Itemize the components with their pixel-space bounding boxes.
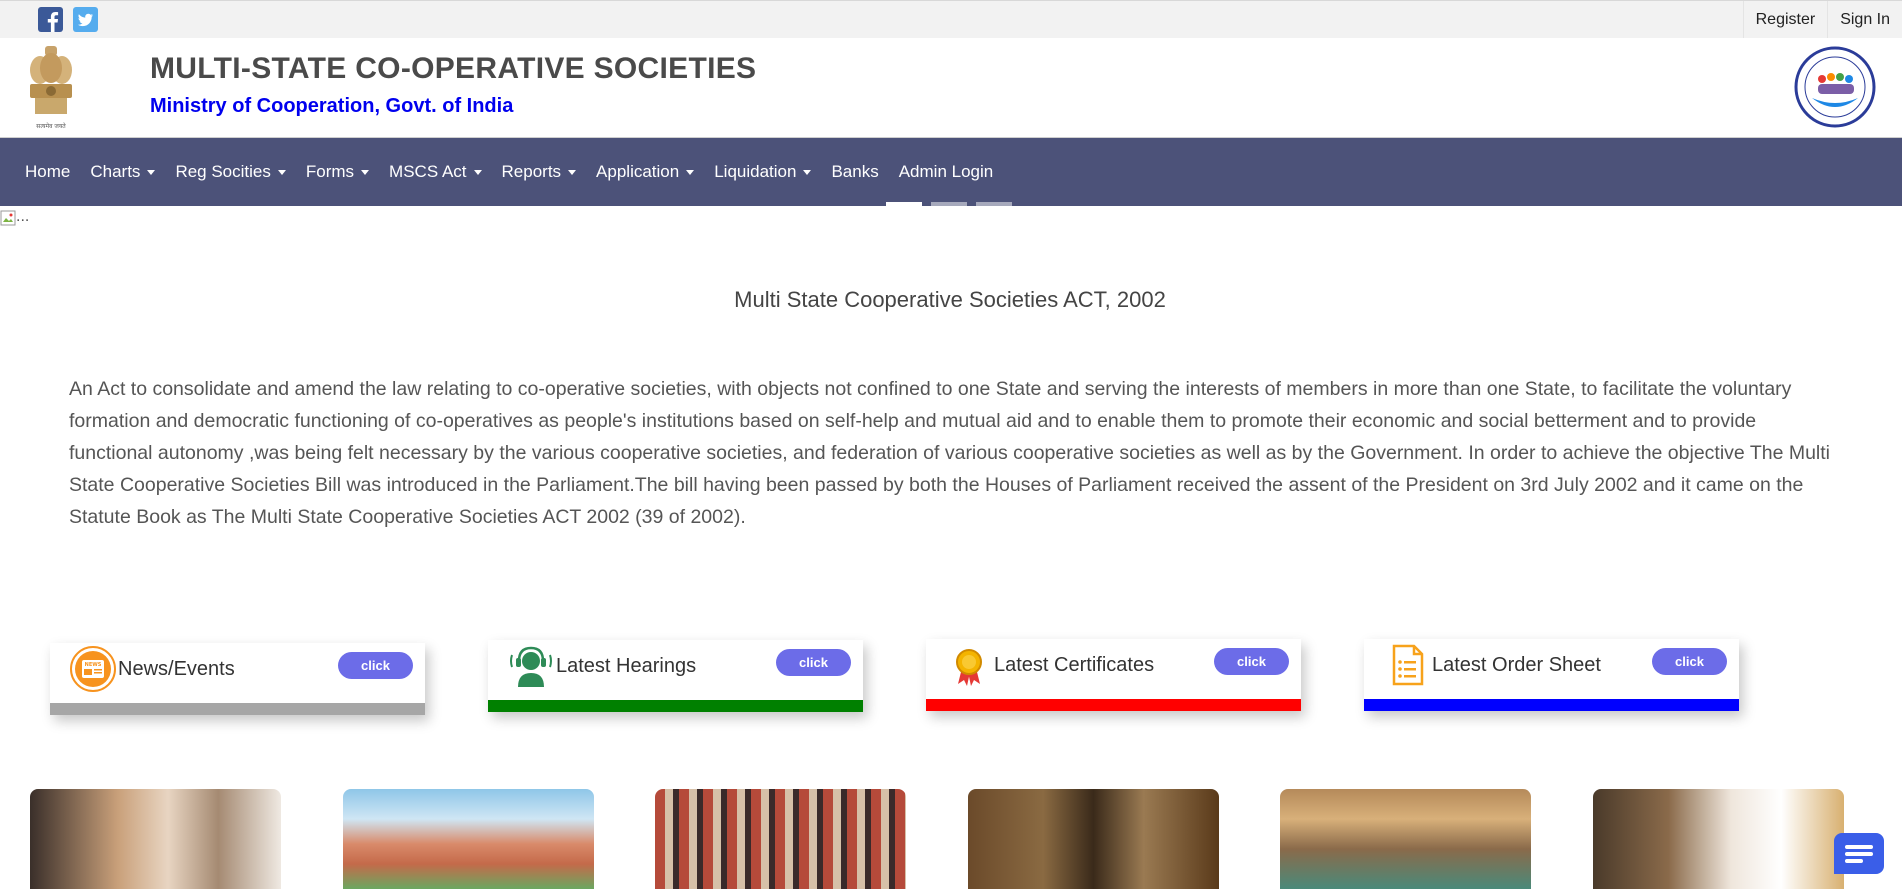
- chevron-down-icon: [147, 169, 156, 175]
- photo-ceremony[interactable]: [968, 789, 1219, 889]
- nav-forms-label: Forms: [305, 162, 355, 181]
- carousel-image-alt: ...: [16, 208, 30, 225]
- nav-charts[interactable]: Charts: [80, 162, 165, 182]
- latest-hearings-card: Latest Hearings click: [488, 640, 863, 712]
- nav-banks-label: Banks: [831, 162, 879, 181]
- card-title: Latest Certificates: [994, 654, 1155, 676]
- act-description: An Act to consolidate and amend the law …: [69, 378, 1831, 528]
- headset-icon: [510, 646, 552, 687]
- latest-certificates-card: Latest Certificates click: [926, 639, 1301, 711]
- latest-order-sheet-click-button[interactable]: click: [1652, 648, 1727, 675]
- nav-mscs-act[interactable]: MSCS Act: [379, 162, 491, 182]
- nav-mscs-act-label: MSCS Act: [389, 162, 467, 181]
- carousel-indicator-1[interactable]: [886, 202, 922, 206]
- sign-in-link[interactable]: Sign In: [1827, 1, 1902, 39]
- carousel-indicator-2[interactable]: [931, 202, 967, 206]
- emblem-motto: सत्यमेव जयते: [36, 122, 66, 130]
- chevron-down-icon: [473, 169, 482, 175]
- news-events-click-button[interactable]: click: [338, 652, 413, 679]
- site-subtitle: Ministry of Cooperation, Govt. of India: [150, 95, 514, 117]
- nav-charts-label: Charts: [90, 162, 141, 181]
- card-bar: [488, 700, 863, 712]
- card-bar: [50, 703, 425, 715]
- card-title: Latest Order Sheet: [1432, 654, 1601, 676]
- award-icon: [956, 649, 982, 686]
- document-icon: [1392, 644, 1424, 686]
- chevron-down-icon: [277, 169, 286, 175]
- top-bar: Register Sign In: [0, 0, 1902, 39]
- nav-reports[interactable]: Reports: [492, 162, 587, 182]
- nav-home-label: Home: [25, 162, 71, 181]
- main-nav: Home Charts Reg Socities Forms MSCS Act …: [0, 138, 1902, 206]
- photo-auditorium[interactable]: [655, 789, 906, 889]
- news-icon: NEWS: [70, 646, 116, 692]
- nav-reg-socities-label: Reg Socities: [175, 162, 271, 181]
- site-title: MULTI-STATE CO-OPERATIVE SOCIETIES: [150, 52, 757, 85]
- act-title: Multi State Cooperative Societies ACT, 2…: [734, 287, 1166, 312]
- site-header: सत्यमेव जयते MULTI-STATE CO-OPERATIVE SO…: [0, 38, 1902, 138]
- photo-hall-interior[interactable]: [1280, 789, 1531, 889]
- nav-forms[interactable]: Forms: [296, 162, 379, 182]
- carousel-indicator-3[interactable]: [976, 202, 1012, 206]
- nav-liquidation-label: Liquidation: [714, 162, 797, 181]
- photo-speaker[interactable]: [1593, 789, 1844, 889]
- chat-icon[interactable]: [1834, 833, 1884, 874]
- national-emblem-icon: सत्यमेव जयते: [30, 46, 72, 130]
- chevron-down-icon: [568, 169, 577, 175]
- nav-banks[interactable]: Banks: [821, 162, 888, 182]
- card-bar: [926, 699, 1301, 711]
- nav-application-label: Application: [596, 162, 680, 181]
- card-bar: [1364, 699, 1739, 711]
- chevron-down-icon: [686, 169, 695, 175]
- broken-image-icon: [0, 210, 16, 226]
- nav-reports-label: Reports: [501, 162, 562, 181]
- mscs-logo: [1794, 46, 1876, 128]
- account-links: Register Sign In: [1742, 1, 1902, 39]
- latest-certificates-click-button[interactable]: click: [1214, 648, 1289, 675]
- nav-admin-login-label: Admin Login: [898, 162, 994, 181]
- card-title: News/Events: [118, 658, 235, 680]
- latest-hearings-click-button[interactable]: click: [776, 649, 851, 676]
- chevron-down-icon: [803, 169, 812, 175]
- nav-liquidation[interactable]: Liquidation: [704, 162, 821, 182]
- svg-text:NEWS: NEWS: [85, 662, 102, 668]
- carousel-image: ...: [0, 208, 29, 226]
- nav-application[interactable]: Application: [586, 162, 704, 182]
- latest-order-sheet-card: Latest Order Sheet click: [1364, 639, 1739, 711]
- photo-leaders[interactable]: [30, 789, 281, 889]
- register-link[interactable]: Register: [1742, 1, 1828, 39]
- nav-home[interactable]: Home: [15, 162, 80, 182]
- photo-parliament-building[interactable]: [343, 789, 594, 889]
- card-title: Latest Hearings: [556, 655, 697, 677]
- chevron-down-icon: [361, 169, 370, 175]
- nav-admin-login[interactable]: Admin Login: [889, 162, 1004, 182]
- twitter-icon[interactable]: [73, 7, 98, 32]
- facebook-icon[interactable]: [38, 7, 63, 32]
- nav-reg-socities[interactable]: Reg Socities: [165, 162, 295, 182]
- news-events-card: NEWS News/Events click: [50, 643, 425, 715]
